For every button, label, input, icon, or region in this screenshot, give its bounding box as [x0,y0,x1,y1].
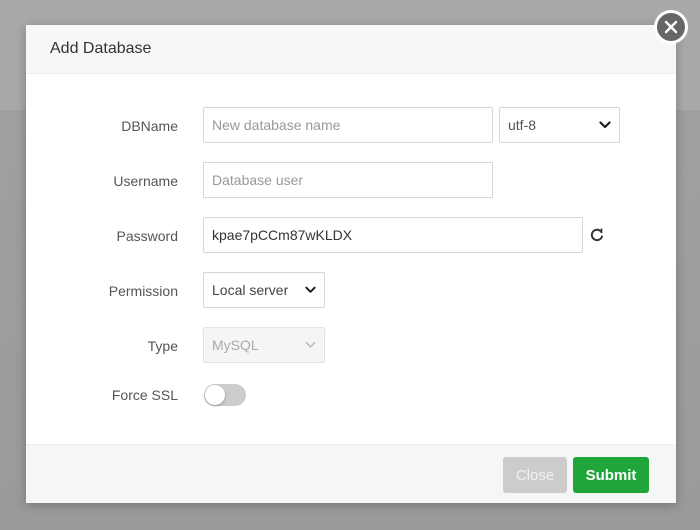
dialog-header: Add Database [26,25,676,74]
add-database-dialog: Add Database DBName utf-8 Username Passw… [26,25,676,503]
force-ssl-toggle[interactable] [204,384,246,406]
password-input[interactable] [203,217,583,253]
permission-selected: Local server [212,282,289,298]
permission-select[interactable]: Local server [203,272,325,308]
charset-select[interactable]: utf-8 [499,107,620,143]
dialog-title: Add Database [50,40,152,57]
submit-button[interactable]: Submit [573,457,649,493]
toggle-knob [205,385,225,405]
type-label: Type [147,338,178,354]
dbname-input[interactable] [203,107,493,143]
chevron-down-icon [305,286,316,293]
password-label: Password [116,228,178,244]
dialog-close-button[interactable] [654,10,688,44]
charset-selected: utf-8 [508,117,537,133]
username-input[interactable] [203,162,493,198]
refresh-icon[interactable] [589,227,605,243]
permission-label: Permission [108,283,178,299]
chevron-down-icon [599,121,611,129]
chevron-down-icon [305,341,316,348]
dialog-footer: Close Submit [26,444,676,503]
type-selected: MySQL [212,337,259,353]
close-button[interactable]: Close [503,457,567,493]
force-ssl-label: Force SSL [111,387,178,403]
username-label: Username [113,173,178,189]
dbname-label: DBName [121,118,178,134]
type-select: MySQL [203,327,325,363]
close-x-icon [664,20,678,34]
